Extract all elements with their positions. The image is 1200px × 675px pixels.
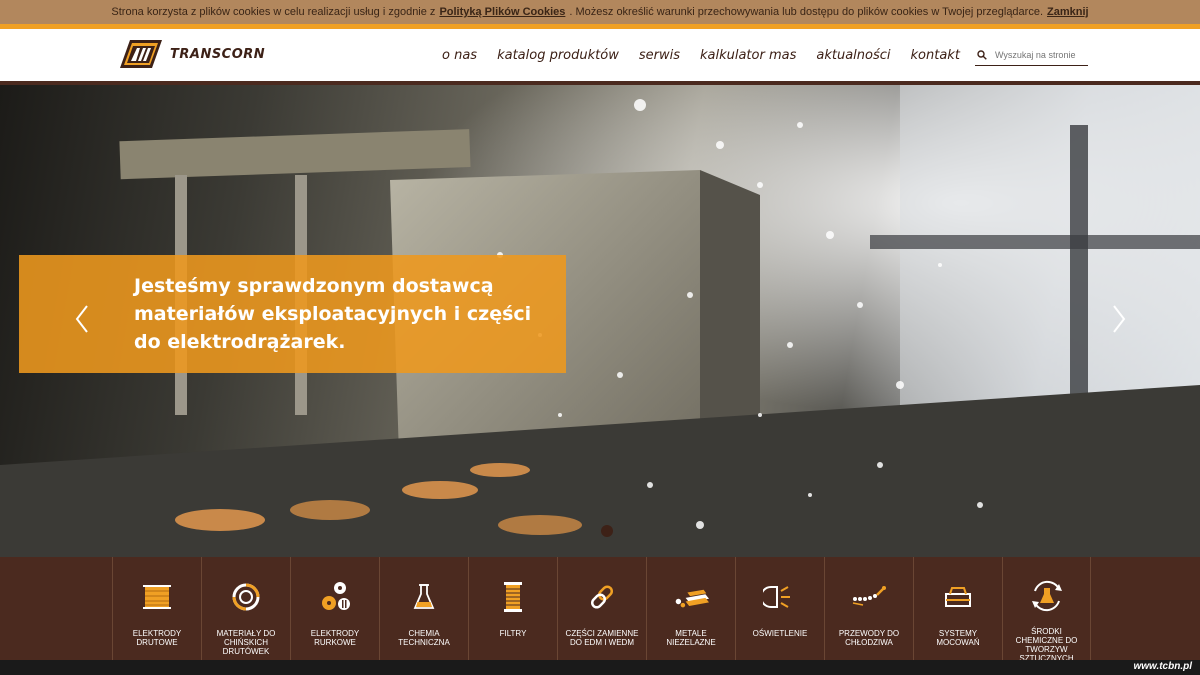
chain-link-icon xyxy=(584,579,620,615)
lifebuoy-icon xyxy=(228,579,264,615)
category-label: METALE NIEZELAZNE xyxy=(666,629,716,647)
clamp-icon xyxy=(940,579,976,615)
wire-spool-icon xyxy=(139,579,175,615)
main-nav: o nas katalog produktów serwis kalkulato… xyxy=(442,29,980,81)
logo-mark-icon xyxy=(120,40,162,68)
hero-caption-box: Jesteśmy sprawdzonym dostawcą materiałów… xyxy=(19,255,566,373)
category-clamping-systems[interactable]: SYSTEMY MOCOWAŃ xyxy=(913,557,1002,660)
nav-about[interactable]: o nas xyxy=(442,48,477,63)
lamp-icon xyxy=(762,579,798,615)
footer-bar xyxy=(0,660,1200,675)
logo[interactable]: TRANSCORN xyxy=(112,39,265,69)
category-label: OŚWIETLENIE xyxy=(752,629,808,638)
category-filters[interactable]: FILTRY xyxy=(468,557,557,660)
category-label: CHEMIA TECHNICZNA xyxy=(398,629,450,647)
watermark: www.tcbn.pl xyxy=(1133,661,1192,672)
brand-name: TRANSCORN xyxy=(170,46,266,62)
nav-news[interactable]: aktualności xyxy=(816,48,890,63)
slider-prev-arrow[interactable] xyxy=(72,303,92,335)
hero-title: Jesteśmy sprawdzonym dostawcą materiałów… xyxy=(134,275,532,353)
search-icon[interactable] xyxy=(975,48,989,62)
category-wire-electrodes[interactable]: ELEKTRODY DRUTOWE xyxy=(112,557,201,660)
slider-dot-active[interactable] xyxy=(601,525,613,537)
search-input[interactable] xyxy=(995,49,1087,60)
cookie-policy-link[interactable]: Polityką Plików Cookies xyxy=(439,6,565,18)
flask-icon xyxy=(406,579,442,615)
hero-slider: Jesteśmy sprawdzonym dostawcą materiałów… xyxy=(0,85,1200,557)
category-label: MATERIAŁY DO CHIŃSKICH DRUTÓWEK xyxy=(216,629,276,656)
nav-contact[interactable]: kontakt xyxy=(911,48,960,63)
category-coolant-hoses[interactable]: PRZEWODY DO CHŁODZIWA xyxy=(824,557,913,660)
tube-electrode-icon xyxy=(317,579,353,615)
nav-catalog[interactable]: katalog produktów xyxy=(497,48,619,63)
category-nonferrous-metals[interactable]: METALE NIEZELAZNE xyxy=(646,557,735,660)
nav-service[interactable]: serwis xyxy=(639,48,680,63)
category-label: ŚRODKI CHEMICZNE DO TWORZYW SZTUCZNYCH xyxy=(1015,627,1078,663)
category-label: PRZEWODY DO CHŁODZIWA xyxy=(838,629,900,647)
slider-next-arrow[interactable] xyxy=(1109,303,1129,335)
metal-sheets-icon xyxy=(673,579,709,615)
category-chinese-wire-materials[interactable]: MATERIAŁY DO CHIŃSKICH DRUTÓWEK xyxy=(201,557,290,660)
category-technical-chemistry[interactable]: CHEMIA TECHNICZNA xyxy=(379,557,468,660)
category-tube-electrodes[interactable]: ELEKTRODY RURKOWE xyxy=(290,557,379,660)
category-label: CZĘŚCI ZAMIENNE DO EDM I WEDM xyxy=(565,629,639,647)
chemical-cycle-icon xyxy=(1029,579,1065,613)
cookie-text: Strona korzysta z plików cookies w celu … xyxy=(111,6,436,18)
category-lighting[interactable]: OŚWIETLENIE xyxy=(735,557,824,660)
category-spare-parts[interactable]: CZĘŚCI ZAMIENNE DO EDM I WEDM xyxy=(557,557,646,660)
category-label: ELEKTRODY DRUTOWE xyxy=(132,629,182,647)
category-plastics-chemicals[interactable]: ŚRODKI CHEMICZNE DO TWORZYW SZTUCZNYCH xyxy=(1002,557,1091,663)
category-label: FILTRY xyxy=(499,629,527,638)
cookie-bar: Strona korzysta z plików cookies w celu … xyxy=(0,0,1200,24)
cookie-text-after: . Możesz określić warunki przechowywania… xyxy=(569,6,1044,18)
search-box xyxy=(975,44,1088,66)
site-header: TRANSCORN o nas katalog produktów serwis… xyxy=(0,29,1200,81)
filter-icon xyxy=(495,579,531,615)
category-label: SYSTEMY MOCOWAŃ xyxy=(936,629,980,647)
category-list: ELEKTRODY DRUTOWE MATERIAŁY DO CHIŃSKICH… xyxy=(112,557,1091,663)
category-label: ELEKTRODY RURKOWE xyxy=(310,629,360,647)
nav-mass-calculator[interactable]: kalkulator mas xyxy=(700,48,796,63)
cookie-close-link[interactable]: Zamknij xyxy=(1047,6,1089,18)
category-strip: ELEKTRODY DRUTOWE MATERIAŁY DO CHIŃSKICH… xyxy=(0,557,1200,663)
coolant-hose-icon xyxy=(851,579,887,615)
